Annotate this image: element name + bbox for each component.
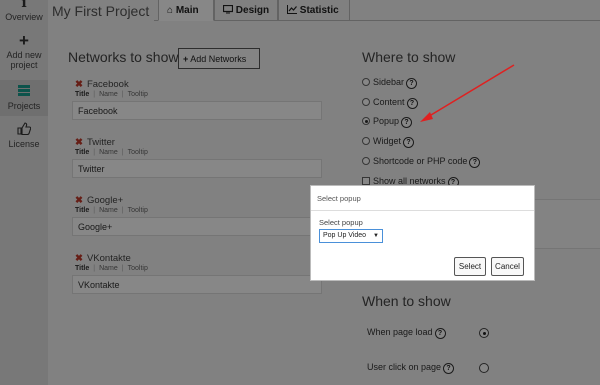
select-popup-dialog: Select popup Select popup Pop Up Video ▼…	[310, 185, 535, 281]
popup-select[interactable]: Pop Up Video ▼	[319, 229, 383, 243]
cancel-button[interactable]: Cancel	[491, 257, 524, 276]
dialog-title: Select popup	[311, 186, 534, 211]
select-button[interactable]: Select	[454, 257, 486, 276]
select-popup-label: Select popup	[319, 218, 363, 227]
caret-down-icon: ▼	[373, 233, 379, 239]
select-value: Pop Up Video	[323, 232, 367, 239]
